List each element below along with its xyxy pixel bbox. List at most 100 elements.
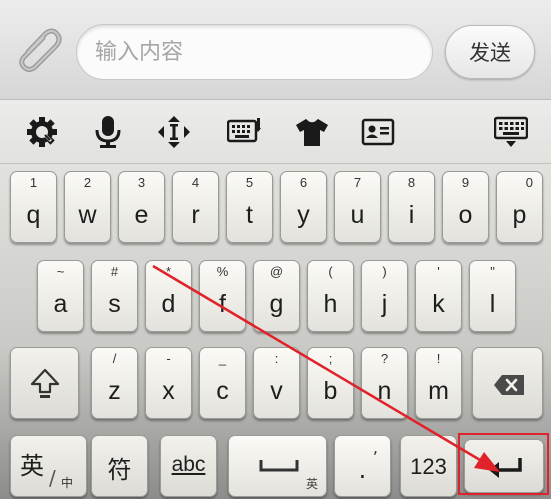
key-label: m: [428, 377, 449, 405]
key-label: u: [350, 201, 365, 229]
key-p[interactable]: 0 p: [496, 171, 543, 243]
key-x[interactable]: - x: [145, 347, 192, 419]
period-label: .: [358, 456, 367, 484]
key-label: d: [161, 290, 176, 318]
key-r[interactable]: 4 r: [172, 171, 219, 243]
key-sub-label: (: [328, 264, 333, 279]
key-sub-label: ': [437, 264, 440, 279]
key-d[interactable]: * d: [145, 260, 192, 332]
key-y[interactable]: 6 y: [280, 171, 327, 243]
key-sub-label: 0: [525, 175, 533, 190]
key-label: w: [78, 201, 97, 229]
abc-label: abc: [171, 453, 206, 476]
lang-slash: /: [49, 466, 56, 490]
key-i[interactable]: 8 i: [388, 171, 435, 243]
key-label: s: [108, 290, 121, 318]
key-sub-label: ): [382, 264, 387, 279]
key-b[interactable]: ; b: [307, 347, 354, 419]
hide-keyboard-icon[interactable]: [493, 114, 529, 150]
paperclip-icon[interactable]: [14, 22, 66, 78]
skin-shirt-icon[interactable]: [294, 114, 330, 150]
symbol-key[interactable]: 符: [91, 435, 148, 497]
key-g[interactable]: @ g: [253, 260, 300, 332]
space-sub-label: 英: [305, 477, 318, 491]
key-label: v: [270, 377, 283, 405]
key-sub-label: 1: [29, 175, 38, 190]
key-label: l: [489, 290, 496, 318]
key-sub-label: *: [165, 264, 172, 279]
key-sub-label: 7: [353, 175, 362, 190]
key-sub-label: 3: [137, 175, 146, 190]
shift-key[interactable]: [10, 347, 79, 419]
key-label: t: [246, 201, 253, 229]
key-sub-label: 2: [83, 175, 92, 190]
key-sub-label: :: [274, 351, 279, 366]
key-f[interactable]: % f: [199, 260, 246, 332]
key-q[interactable]: 1 q: [10, 171, 57, 243]
key-label: a: [53, 290, 68, 318]
key-label: q: [26, 201, 41, 229]
lang-main-label: 英: [20, 452, 44, 480]
language-switch-key[interactable]: 英 / 中: [10, 435, 87, 497]
message-input[interactable]: [76, 24, 433, 80]
backspace-key[interactable]: [472, 347, 543, 419]
input-bar: 发送: [0, 0, 551, 100]
key-label: i: [408, 201, 415, 229]
key-u[interactable]: 7 u: [334, 171, 381, 243]
key-label: x: [162, 377, 175, 405]
numeric-key[interactable]: 123: [400, 435, 457, 497]
backspace-icon: [493, 374, 525, 400]
key-label: g: [269, 290, 284, 318]
key-sub-label: 8: [407, 175, 416, 190]
key-m[interactable]: ! m: [415, 347, 462, 419]
key-label: f: [219, 290, 226, 318]
key-l[interactable]: " l: [469, 260, 516, 332]
cursor-move-icon[interactable]: [156, 114, 192, 150]
key-sub-label: /: [112, 351, 117, 366]
key-sub-label: 5: [245, 175, 254, 190]
key-label: n: [377, 377, 392, 405]
key-j[interactable]: ) j: [361, 260, 408, 332]
settings-gear-icon[interactable]: [24, 114, 60, 150]
period-key[interactable]: , .: [334, 435, 391, 497]
key-label: p: [512, 201, 527, 229]
key-a[interactable]: ~ a: [37, 260, 84, 332]
key-sub-label: ;: [328, 351, 333, 366]
key-label: c: [216, 377, 229, 405]
key-o[interactable]: 9 o: [442, 171, 489, 243]
key-s[interactable]: # s: [91, 260, 138, 332]
microphone-icon[interactable]: [90, 114, 126, 150]
key-label: o: [458, 201, 473, 229]
lang-sub-label: 中: [61, 476, 74, 490]
period-sub-label: ,: [372, 438, 378, 457]
key-v[interactable]: : v: [253, 347, 300, 419]
key-w[interactable]: 2 w: [64, 171, 111, 243]
space-bar-icon: [259, 458, 299, 478]
key-t[interactable]: 5 t: [226, 171, 273, 243]
key-label: h: [323, 290, 338, 318]
key-label: r: [191, 201, 200, 229]
key-sub-label: ": [490, 264, 495, 279]
key-label: y: [297, 201, 310, 229]
key-e[interactable]: 3 e: [118, 171, 165, 243]
key-label: k: [432, 290, 445, 318]
keyboard-layout-icon[interactable]: [226, 114, 262, 150]
enter-highlight-box: [458, 433, 549, 495]
abc-key[interactable]: abc: [160, 435, 217, 497]
key-z[interactable]: / z: [91, 347, 138, 419]
key-h[interactable]: ( h: [307, 260, 354, 332]
space-key[interactable]: 英: [228, 435, 327, 497]
key-c[interactable]: _ c: [199, 347, 246, 419]
key-k[interactable]: ' k: [415, 260, 462, 332]
key-sub-label: %: [216, 264, 229, 279]
contact-card-icon[interactable]: [360, 114, 396, 150]
key-label: e: [134, 201, 149, 229]
key-sub-label: _: [218, 351, 227, 366]
key-sub-label: ?: [380, 351, 389, 366]
send-button[interactable]: 发送: [445, 25, 535, 79]
key-sub-label: @: [269, 264, 284, 279]
key-label: j: [381, 290, 388, 318]
key-n[interactable]: ? n: [361, 347, 408, 419]
keyboard-toolbar: [0, 100, 551, 164]
key-label: z: [108, 377, 121, 405]
